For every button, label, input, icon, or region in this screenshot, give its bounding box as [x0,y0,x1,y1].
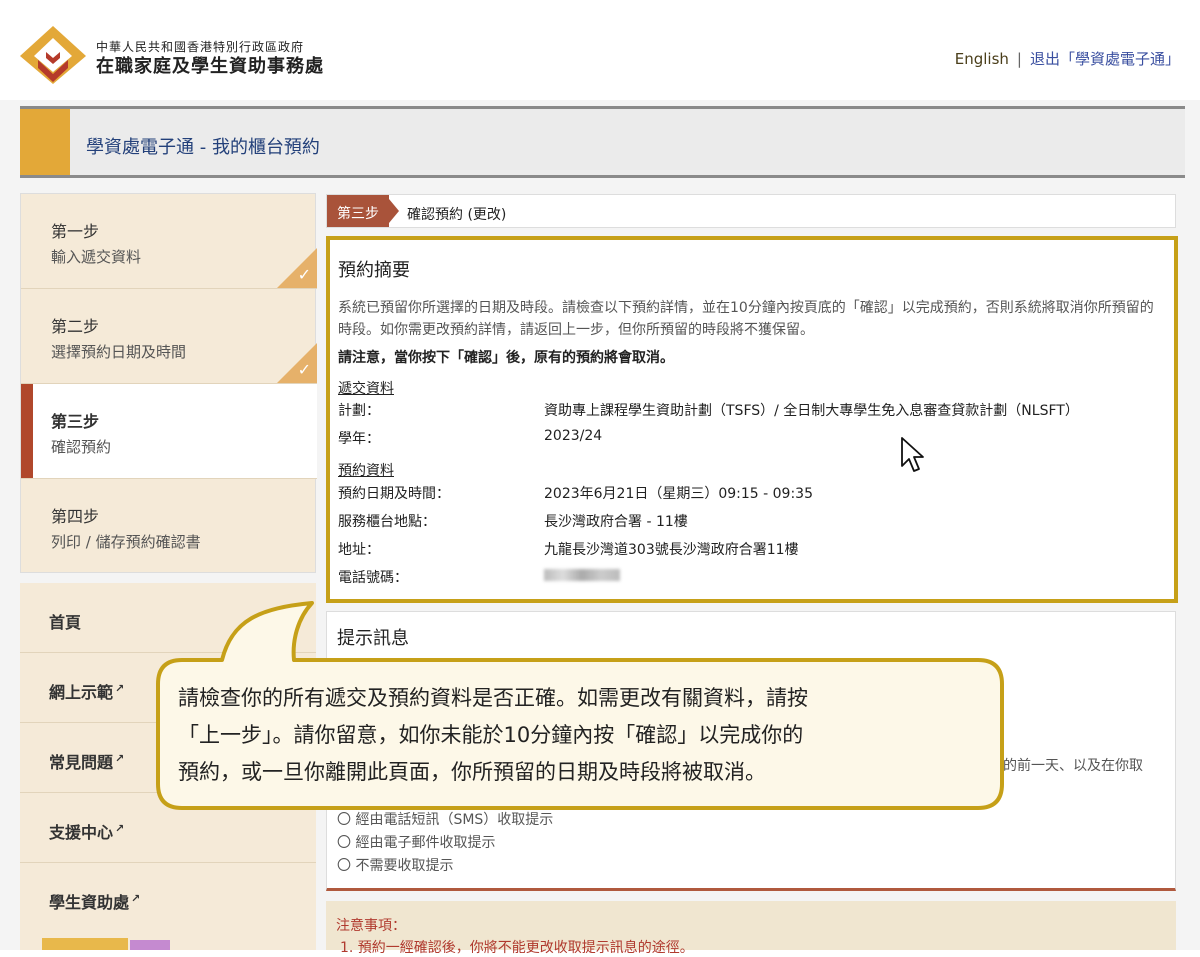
callout-line-3: 預約，或一旦你離開此頁面，你所預留的日期及時段將被取消。 [178,760,766,784]
callout-line-2: 「上一步」。請你留意，如你未能於10分鐘內按「確認」以完成你的 [178,723,804,747]
callout-line-1: 請檢查你的所有遞交及預約資料是否正確。如需更改有關資料，請按 [178,686,808,710]
instruction-callout-bubble [156,601,1004,810]
callout-text: 請檢查你的所有遞交及預約資料是否正確。如需更改有關資料，請按 「上一步」。請你留… [178,680,998,791]
